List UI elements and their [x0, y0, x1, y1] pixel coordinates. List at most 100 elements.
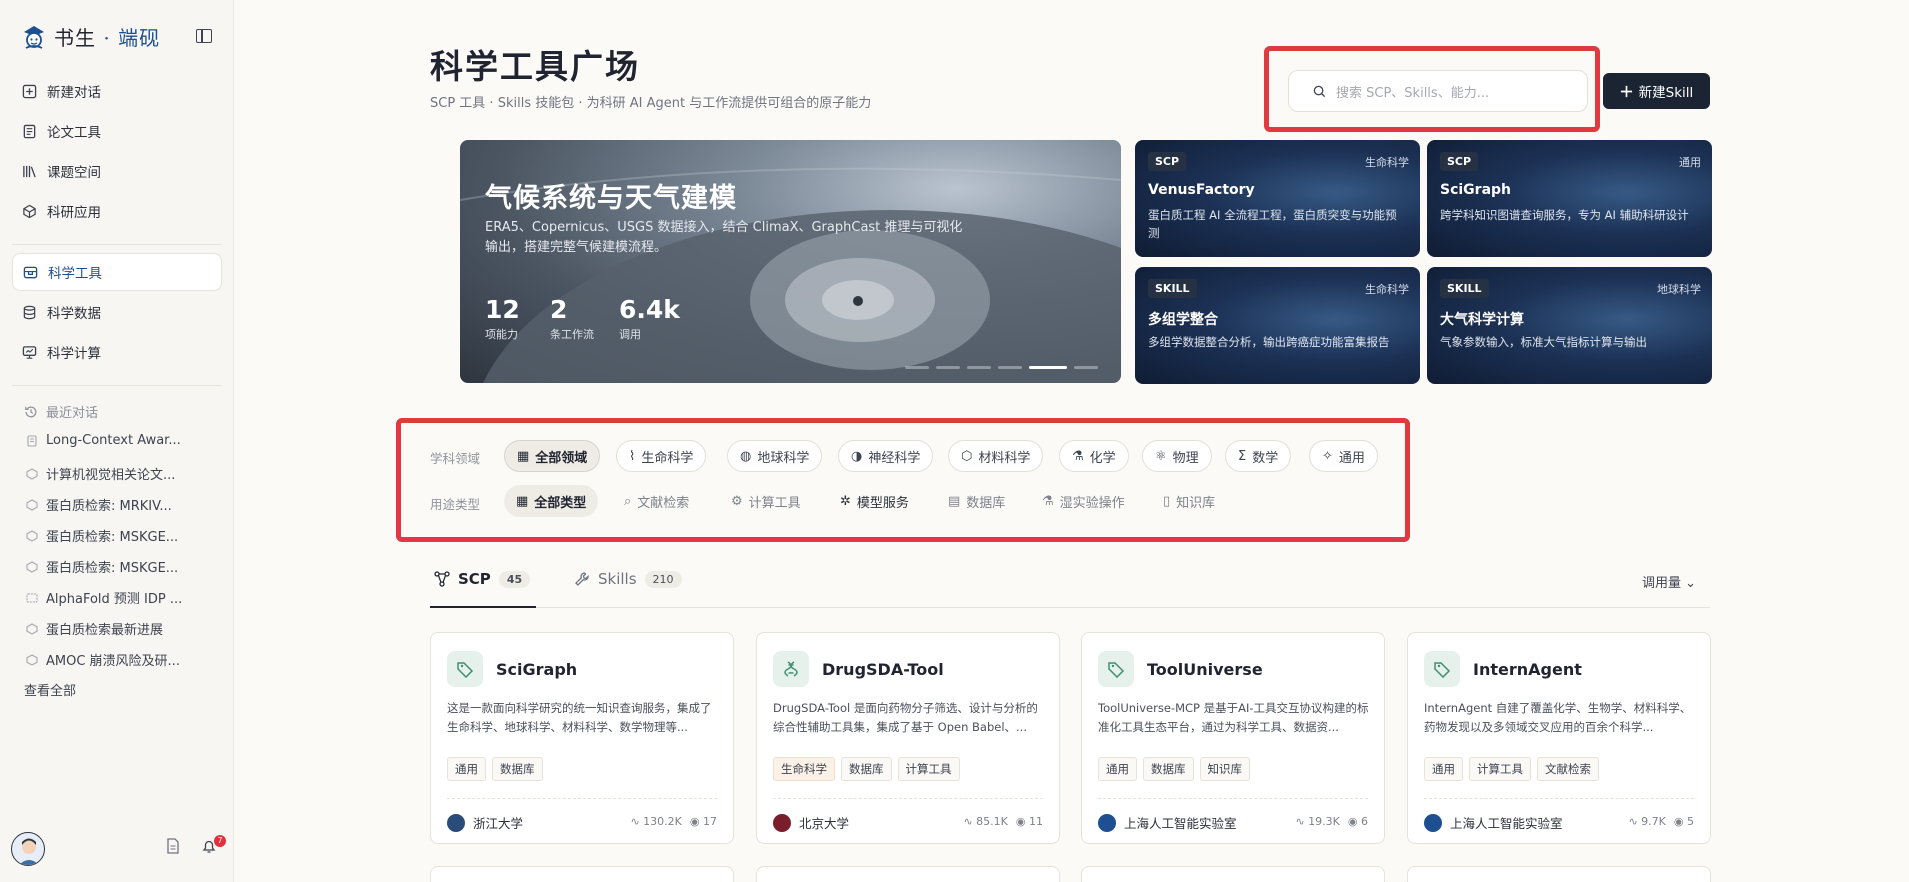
tag: 计算工具: [897, 757, 960, 781]
tab-scp[interactable]: SCP 45: [434, 570, 531, 588]
highlight-box-filters: [396, 418, 1410, 542]
carousel-dot-active[interactable]: [1029, 366, 1067, 369]
image-icon: [26, 592, 38, 603]
recent-chat-item[interactable]: 蛋白质检索最新进展: [26, 619, 226, 638]
purpose-chip-all[interactable]: ▦ 全部类型: [504, 485, 599, 517]
tool-card-partial[interactable]: [1081, 866, 1385, 882]
card-description: 多组学数据整合分析，输出跨癌症功能富集报告: [1148, 335, 1390, 349]
tool-org: 浙江大学: [447, 813, 523, 832]
carousel-indicators[interactable]: [905, 366, 1098, 369]
domain-chip-neuroscience[interactable]: ◑ 神经科学: [838, 440, 934, 472]
purpose-chip-database[interactable]: ▤ 数据库: [948, 485, 1005, 517]
recent-chat-item[interactable]: 蛋白质检索: MSKGE...: [26, 557, 226, 576]
recent-chat-item[interactable]: AMOC 崩溃风险及研...: [26, 650, 226, 669]
tag-icon: [447, 651, 483, 687]
tool-name: DrugSDA-Tool: [822, 660, 944, 679]
sidebar-item-project-space[interactable]: 课题空间: [12, 152, 222, 190]
sidebar-divider: [12, 244, 222, 245]
card-title: 大气科学计算: [1440, 312, 1524, 328]
domain-chip-all[interactable]: ▦ 全部领域: [504, 440, 601, 472]
featured-card[interactable]: SKILL 生命科学 多组学整合 多组学数据整合分析，输出跨癌症功能富集报告: [1135, 267, 1420, 384]
domain-chip-earth-science[interactable]: ◍ 地球科学: [727, 440, 823, 472]
tag: 数据库: [1143, 757, 1194, 781]
tool-card-partial[interactable]: [1407, 866, 1711, 882]
sidebar-item-science-compute[interactable]: 科学计算: [12, 333, 222, 371]
brand-logo[interactable]: 书生 · 端砚: [20, 22, 160, 51]
tag: 生命科学: [773, 757, 835, 781]
tool-name: InternAgent: [1473, 660, 1582, 679]
carousel-dot[interactable]: [1074, 366, 1098, 369]
featured-card[interactable]: SCP 生命科学 VenusFactory 蛋白质工程 AI 全流程工程，蛋白质…: [1135, 140, 1420, 257]
purpose-chip-compute[interactable]: ⚙ 计算工具: [731, 485, 801, 517]
cube-icon: [26, 467, 38, 480]
eye-icon: ◉: [1673, 815, 1684, 828]
purpose-chip-model-service[interactable]: ✲ 模型服务: [840, 485, 909, 517]
domain-chip-general[interactable]: ✧ 通用: [1309, 440, 1378, 472]
sidebar-item-science-data[interactable]: 科学数据: [12, 293, 222, 331]
tool-org: 上海人工智能实验室: [1098, 813, 1237, 832]
domain-chip-math[interactable]: Σ 数学: [1225, 440, 1292, 472]
chevron-down-icon: ⌄: [1685, 576, 1696, 591]
grid-icon: ▦: [517, 448, 530, 464]
network-icon: ✲: [840, 493, 851, 509]
tool-name: SciGraph: [496, 660, 578, 679]
domain-chip-physics[interactable]: ⚛ 物理: [1142, 440, 1212, 472]
tool-card[interactable]: SciGraph 这是一款面向科学研究的统一知识查询服务，集成了生命科学、地球科…: [430, 632, 734, 844]
brand-name: 书生 · 端砚: [54, 26, 161, 50]
recent-chat-item[interactable]: 蛋白质检索: MSKGE...: [26, 526, 226, 545]
tool-card-partial[interactable]: [430, 866, 734, 882]
database-icon: ▤: [948, 493, 961, 509]
purpose-chip-literature[interactable]: ⌕ 文献检索: [624, 485, 689, 517]
toolbox-icon: [23, 266, 38, 278]
recent-chat-item[interactable]: AlphaFold 预测 IDP ...: [26, 588, 226, 607]
tab-skills[interactable]: Skills 210: [574, 570, 682, 588]
card-title: SciGraph: [1440, 182, 1512, 198]
sidebar-toggle-icon[interactable]: [196, 29, 212, 43]
sidebar-item-research-apps[interactable]: 科研应用: [12, 192, 222, 230]
hero-banner[interactable]: 气候系统与天气建模 ERA5、Copernicus、USGS 数据接入，结合 C…: [460, 140, 1121, 383]
carousel-dot[interactable]: [967, 366, 991, 369]
carousel-dot[interactable]: [905, 366, 929, 369]
tool-card[interactable]: DrugSDA-Tool DrugSDA-Tool 是面向药物分子筛选、设计与分…: [756, 632, 1060, 844]
library-icon: [23, 165, 36, 177]
tool-metrics: ∿ 9.7K ◉ 5: [1628, 815, 1694, 828]
activity-icon: ∿: [1628, 815, 1638, 828]
featured-card[interactable]: SKILL 地球科学 大气科学计算 气象参数输入，标准大气指标计算与输出: [1427, 267, 1712, 384]
card-domain: 通用: [1679, 156, 1701, 169]
document-icon[interactable]: [166, 838, 180, 854]
tool-card[interactable]: ToolUniverse ToolUniverse-MCP 是基于AI-工具交互…: [1081, 632, 1385, 844]
flask-icon: ⚗: [1042, 493, 1054, 509]
sidebar-item-paper-tools[interactable]: 论文工具: [12, 112, 222, 150]
sidebar-item-new-chat[interactable]: 新建对话: [12, 72, 222, 110]
domain-chip-chemistry[interactable]: ⚗ 化学: [1059, 440, 1129, 472]
views-count: ◉ 6: [1347, 815, 1368, 828]
tool-card-partial[interactable]: [756, 866, 1060, 882]
view-all-link[interactable]: 查看全部: [24, 680, 76, 699]
purpose-chip-knowledge-base[interactable]: ▯ 知识库: [1163, 485, 1215, 517]
tag: 计算工具: [1469, 757, 1531, 781]
carousel-dot[interactable]: [998, 366, 1022, 369]
card-type-badge: SKILL: [1440, 279, 1489, 298]
search-input[interactable]: 搜索 SCP、Skills、能力...: [1288, 70, 1588, 112]
notification-badge: 7: [214, 835, 226, 847]
new-skill-button[interactable]: 新建Skill: [1603, 73, 1710, 109]
carousel-dot[interactable]: [936, 366, 960, 369]
domain-chip-materials[interactable]: ⬡ 材料科学: [948, 440, 1044, 472]
tool-card[interactable]: InternAgent InternAgent 自建了覆盖化学、生物学、材料科学…: [1407, 632, 1711, 844]
card-description: 跨学科知识图谱查询服务，专为 AI 辅助科研设计: [1440, 208, 1689, 222]
globe-icon: ◍: [740, 448, 752, 464]
featured-card[interactable]: SCP 通用 SciGraph 跨学科知识图谱查询服务，专为 AI 辅助科研设计: [1427, 140, 1712, 257]
domain-chip-life-science[interactable]: ⌇ 生命科学: [616, 440, 707, 472]
recent-chat-item[interactable]: 蛋白质检索: MRKIV...: [26, 495, 226, 514]
recent-chat-item[interactable]: 计算机视觉相关论文...: [26, 464, 226, 483]
scholar-mascot-icon: [24, 25, 44, 49]
sidebar-item-science-tools[interactable]: 科学工具: [12, 253, 222, 291]
eye-icon: ◉: [689, 815, 700, 828]
grid-icon: ▦: [516, 493, 529, 509]
avatar[interactable]: [11, 832, 45, 866]
purpose-chip-wet-lab[interactable]: ⚗ 湿实验操作: [1042, 485, 1125, 517]
dna-icon: ⌇: [629, 448, 636, 464]
sort-dropdown[interactable]: 调用量 ⌄: [1642, 572, 1696, 591]
dna-icon: [773, 651, 809, 687]
recent-chat-item[interactable]: Long-Context Awar...: [26, 433, 226, 448]
